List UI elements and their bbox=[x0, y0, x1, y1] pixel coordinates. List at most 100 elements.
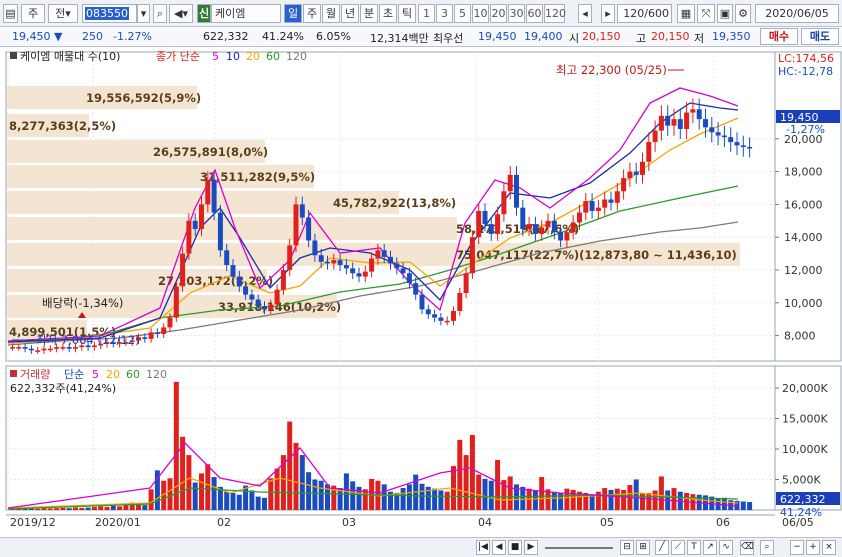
period-button[interactable]: 틱 bbox=[398, 4, 416, 23]
zoom-in-icon[interactable]: ⊞ bbox=[636, 540, 650, 555]
eraser-icon[interactable]: ⌫ bbox=[740, 540, 754, 555]
sell-button[interactable]: 매도 bbox=[801, 28, 839, 45]
period-button[interactable]: 일 bbox=[284, 4, 302, 23]
volume-bar bbox=[652, 490, 658, 510]
open-label: 시 bbox=[569, 32, 580, 45]
volume-profile-label: 27,203,172(8,2%) bbox=[158, 274, 273, 288]
zoom-slider[interactable] bbox=[545, 547, 613, 549]
speaker-icon[interactable]: ◀▾ bbox=[169, 4, 193, 23]
candle-body bbox=[192, 220, 198, 229]
volume-bar bbox=[400, 488, 406, 510]
draw-line-icon[interactable]: ╱ bbox=[655, 540, 669, 555]
layout-icon[interactable]: ▤ bbox=[3, 4, 18, 23]
period-button[interactable]: 주 bbox=[303, 4, 321, 23]
candle-body bbox=[167, 317, 173, 328]
zoom-out-icon[interactable]: ⊟ bbox=[620, 540, 634, 555]
period-button[interactable]: 초 bbox=[379, 4, 397, 23]
candle-body bbox=[394, 263, 400, 269]
draw-curve-icon[interactable]: ∿ bbox=[719, 540, 733, 555]
trade-amount: 12,314백만 bbox=[370, 32, 429, 45]
volume-bar bbox=[110, 505, 116, 510]
candle-body bbox=[501, 191, 507, 215]
draw-arrow-icon[interactable]: ↗ bbox=[703, 540, 717, 555]
volume-bar bbox=[35, 508, 41, 510]
volume-bar bbox=[211, 477, 217, 510]
crosshair-icon[interactable]: ⤧ bbox=[697, 4, 715, 23]
close-icon[interactable]: × bbox=[822, 540, 836, 555]
grid-icon[interactable]: ▦ bbox=[677, 4, 695, 23]
volume-bar bbox=[173, 381, 179, 510]
draw-text-icon[interactable]: T bbox=[687, 540, 701, 555]
period-button[interactable]: 월 bbox=[322, 4, 340, 23]
candle-body bbox=[558, 232, 564, 241]
candle-body bbox=[652, 130, 658, 143]
buy-button[interactable]: 매수 bbox=[760, 28, 798, 45]
candle-body bbox=[312, 240, 318, 256]
play-icon[interactable]: ▶ bbox=[524, 540, 538, 555]
interval-button[interactable]: 5 bbox=[454, 4, 471, 23]
interval-button[interactable]: 60 bbox=[526, 4, 543, 23]
candle-body bbox=[375, 250, 381, 259]
volume-bar bbox=[60, 507, 66, 510]
candle-body bbox=[570, 222, 576, 233]
stock-chart[interactable]: 20,00018,00016,00014,00012,00010,0008,00… bbox=[0, 48, 842, 537]
interval-button[interactable]: 30 bbox=[508, 4, 525, 23]
candle-body bbox=[41, 348, 47, 351]
interval-button[interactable]: 3 bbox=[436, 4, 453, 23]
candle-body bbox=[173, 286, 179, 318]
candle-body bbox=[274, 289, 280, 305]
volume-bar bbox=[476, 474, 482, 510]
play-back-icon[interactable]: ◀ bbox=[492, 540, 506, 555]
interval-button[interactable]: 120 bbox=[544, 4, 566, 23]
candle-body bbox=[287, 245, 293, 270]
volume-bar bbox=[205, 464, 211, 510]
interval-button[interactable]: 1 bbox=[418, 4, 435, 23]
date-axis-label: 2019/12 bbox=[10, 516, 56, 529]
candle-body bbox=[362, 271, 368, 277]
candle-body bbox=[331, 260, 337, 264]
volume-bar bbox=[495, 459, 501, 510]
volume-bar bbox=[98, 506, 104, 510]
stop-icon[interactable]: ■ bbox=[508, 540, 522, 555]
date-input[interactable]: 2020/06/05 bbox=[755, 4, 839, 23]
volume-bar bbox=[469, 434, 475, 510]
search-icon[interactable]: ⌕ bbox=[153, 4, 167, 23]
interval-button[interactable]: 10 bbox=[472, 4, 489, 23]
candle-body bbox=[734, 142, 740, 146]
maximize-icon[interactable]: + bbox=[806, 540, 820, 555]
gear-icon[interactable]: ⚙ bbox=[735, 4, 751, 23]
volume-bar bbox=[73, 507, 78, 510]
volume-legend-ma: 60 bbox=[126, 368, 140, 381]
stock-code-input[interactable]: 083550 bbox=[82, 4, 137, 23]
minimize-icon[interactable]: − bbox=[790, 540, 804, 555]
candle-body bbox=[438, 317, 444, 321]
candle-body bbox=[627, 171, 633, 179]
save-icon[interactable]: ▣ bbox=[717, 4, 733, 23]
volume-bar bbox=[482, 478, 488, 510]
candle-body bbox=[514, 174, 519, 208]
period-button[interactable]: 분 bbox=[360, 4, 378, 23]
interval-button[interactable]: 20 bbox=[490, 4, 507, 23]
scroll-left-icon[interactable]: ◂ bbox=[578, 4, 592, 23]
count-input[interactable]: 120/600 bbox=[617, 4, 672, 23]
volume-bar bbox=[740, 501, 746, 510]
volume-profile-label: 45,782,922(13,8%) bbox=[333, 196, 456, 210]
scroll-right-icon[interactable]: ▸ bbox=[601, 4, 615, 23]
volume-legend-ma-label: 단순 bbox=[64, 368, 84, 381]
magnify-icon[interactable]: ⌕ bbox=[760, 540, 774, 555]
candle-body bbox=[432, 314, 438, 318]
scroll-first-icon[interactable]: |◀ bbox=[476, 540, 490, 555]
volume-bar bbox=[532, 490, 538, 510]
draw-fan-icon[interactable]: ⟋ bbox=[671, 540, 685, 555]
period-type-select[interactable]: 주 bbox=[21, 4, 45, 23]
market-select[interactable]: 전▾ bbox=[48, 4, 78, 23]
candle-body bbox=[211, 179, 217, 213]
candle-body bbox=[577, 212, 582, 223]
period-button[interactable]: 년 bbox=[341, 4, 359, 23]
quote-bar: 19,450 ▼ 250 -1.27% 622,332 41.24% 6.05%… bbox=[0, 27, 842, 47]
code-dropdown-icon[interactable]: ▾ bbox=[137, 4, 150, 23]
candle-body bbox=[299, 204, 305, 218]
volume-legend-ma: 5 bbox=[92, 368, 99, 381]
volume-bar bbox=[249, 490, 255, 510]
candle-body bbox=[35, 350, 41, 352]
